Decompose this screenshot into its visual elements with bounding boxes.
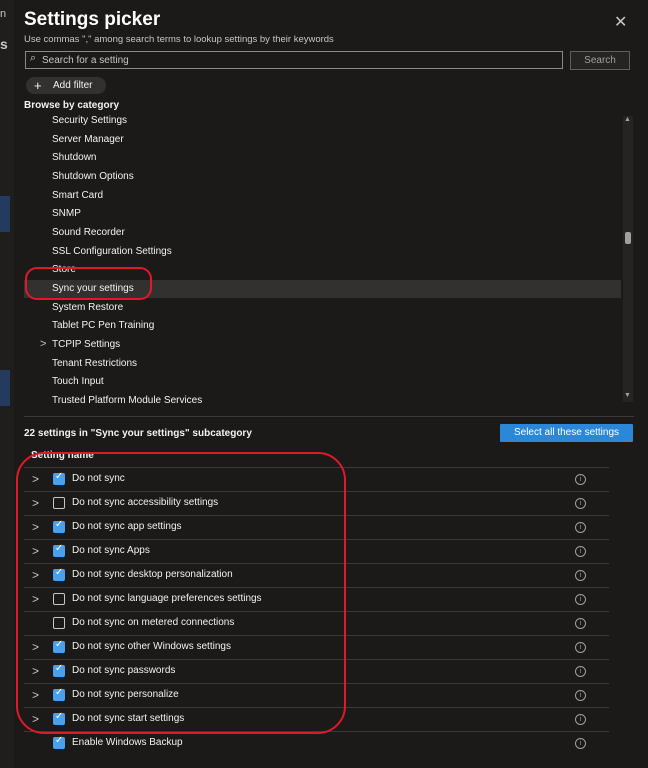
category-label: Tenant Restrictions — [52, 358, 138, 369]
category-label: Shutdown Options — [52, 171, 134, 182]
category-list: Security Settings Server Manager Shutdow… — [24, 112, 621, 408]
category-item[interactable]: SNMP — [24, 205, 621, 223]
add-filter-button[interactable]: + Add filter — [26, 77, 106, 94]
checkbox[interactable] — [53, 735, 65, 749]
info-icon[interactable]: i — [575, 618, 586, 629]
page-title: Settings picker — [24, 9, 161, 30]
search-hint: Use commas "," among search terms to loo… — [24, 34, 334, 45]
info-icon[interactable]: i — [575, 690, 586, 701]
category-label: System Restore — [52, 302, 124, 313]
category-label: Touch Input — [52, 376, 104, 387]
select-all-button[interactable]: Select all these settings — [500, 424, 633, 442]
info-icon[interactable]: i — [575, 498, 586, 509]
category-label: Shutdown — [52, 152, 97, 163]
category-item[interactable]: Security Settings — [24, 112, 621, 130]
info-icon[interactable]: i — [575, 546, 586, 557]
category-label: SNMP — [52, 208, 81, 219]
category-label: Smart Card — [52, 190, 104, 201]
search-icon: ⌕ — [30, 52, 37, 64]
background-highlight — [0, 370, 10, 406]
scroll-down-icon[interactable]: ▼ — [624, 392, 631, 399]
table-row[interactable]: Enable Windows Backup i — [24, 731, 609, 756]
background-page-strip: n s — [0, 0, 14, 768]
category-item[interactable]: Server Manager — [24, 131, 621, 149]
info-icon[interactable]: i — [575, 642, 586, 653]
search-button[interactable]: Search — [570, 51, 630, 70]
category-item[interactable]: Sound Recorder — [24, 224, 621, 242]
info-icon[interactable]: i — [575, 714, 586, 725]
add-filter-label: Add filter — [53, 80, 93, 91]
category-label: TCPIP Settings — [52, 339, 121, 350]
background-text-fragment: n — [0, 8, 7, 20]
category-item[interactable]: > TCPIP Settings — [24, 336, 621, 354]
setting-name: Enable Windows Backup — [72, 737, 183, 748]
category-label: Trusted Platform Module Services — [52, 395, 203, 406]
category-item[interactable]: Shutdown Options — [24, 168, 621, 186]
category-label: Sound Recorder — [52, 227, 125, 238]
info-icon[interactable]: i — [575, 738, 586, 749]
scroll-up-icon[interactable]: ▲ — [624, 116, 631, 123]
info-icon[interactable]: i — [575, 522, 586, 533]
category-label: Server Manager — [52, 134, 124, 145]
annotation-highlight — [16, 452, 346, 734]
background-highlight — [0, 196, 10, 232]
chevron-right-icon[interactable]: > — [40, 335, 46, 353]
annotation-highlight — [25, 267, 152, 300]
plus-icon: + — [34, 78, 42, 93]
settings-picker-panel: Settings picker Use commas "," among sea… — [14, 0, 648, 768]
category-label: SSL Configuration Settings — [52, 246, 172, 257]
background-text-fragment: s — [0, 36, 8, 52]
search-input[interactable] — [42, 52, 552, 68]
info-icon[interactable]: i — [575, 666, 586, 677]
search-box: ⌕ — [25, 51, 563, 69]
settings-count: 22 settings in "Sync your settings" subc… — [24, 428, 252, 439]
category-scrollbar[interactable]: ▲ ▼ — [623, 116, 633, 402]
category-item[interactable]: Smart Card — [24, 187, 621, 205]
category-label: Tablet PC Pen Training — [52, 320, 155, 331]
category-item[interactable]: Tablet PC Pen Training — [24, 317, 621, 335]
category-item[interactable]: SSL Configuration Settings — [24, 243, 621, 261]
category-label: Security Settings — [52, 115, 128, 126]
info-icon[interactable]: i — [575, 570, 586, 581]
info-icon[interactable]: i — [575, 594, 586, 605]
category-item[interactable]: Touch Input — [24, 373, 621, 391]
scrollbar-thumb[interactable] — [625, 232, 631, 244]
category-item[interactable]: Tenant Restrictions — [24, 355, 621, 373]
browse-by-category-heading: Browse by category — [24, 100, 120, 111]
category-item[interactable]: Trusted Platform Module Services — [24, 392, 621, 408]
category-item[interactable]: System Restore — [24, 299, 621, 317]
divider — [24, 416, 634, 417]
category-item[interactable]: Shutdown — [24, 149, 621, 167]
info-icon[interactable]: i — [575, 474, 586, 485]
close-icon[interactable]: ✕ — [614, 12, 627, 32]
